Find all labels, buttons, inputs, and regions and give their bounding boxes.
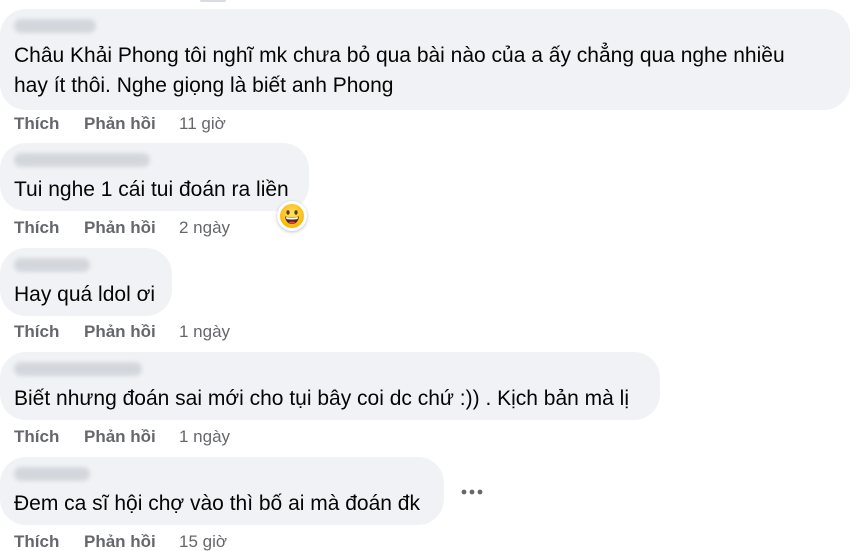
- comment-timestamp[interactable]: 1 ngày: [179, 427, 230, 447]
- comment-actions: Thích Phản hồi 2 ngày: [14, 216, 230, 240]
- comment-actions: Thích Phản hồi 1 ngày: [14, 425, 230, 449]
- comment-bubble: Đem ca sĩ hội chợ vào thì bố ai mà đoán …: [0, 457, 444, 525]
- like-button[interactable]: Thích: [14, 532, 84, 551]
- comment-bubble: Châu Khải Phong tôi nghĩ mk chưa bỏ qua …: [0, 9, 850, 110]
- comment-actions: Thích Phản hồi 15 giờ: [14, 530, 227, 551]
- comment-bubble: Biết nhưng đoán sai mới cho tụi bây coi …: [0, 352, 660, 420]
- comment-author-name-blurred[interactable]: [14, 153, 150, 167]
- comment-thread: Châu Khải Phong tôi nghĩ mk chưa bỏ qua …: [0, 0, 860, 551]
- comment-bubble: Tui nghe 1 cái tui đoán ra liền: [0, 143, 309, 211]
- comment-actions: Thích Phản hồi 11 giờ: [14, 112, 226, 136]
- reply-button[interactable]: Phản hồi: [84, 218, 179, 238]
- comment-timestamp[interactable]: 15 giờ: [179, 532, 227, 551]
- like-button[interactable]: Thích: [14, 114, 84, 134]
- more-options-button[interactable]: [456, 478, 488, 506]
- comment-timestamp[interactable]: 2 ngày: [179, 218, 230, 238]
- comment-bubble: Hay quá ldol ơi: [0, 248, 172, 316]
- reply-button[interactable]: Phản hồi: [84, 427, 179, 447]
- comment-text: Biết nhưng đoán sai mới cho tụi bây coi …: [14, 387, 630, 410]
- more-horizontal-icon: [461, 489, 483, 495]
- grinning-face-emoji-icon: [280, 204, 304, 228]
- comment-text: Tui nghe 1 cái tui đoán ra liền: [14, 178, 289, 201]
- comment-timestamp[interactable]: 11 giờ: [179, 114, 226, 134]
- like-button[interactable]: Thích: [14, 218, 84, 238]
- comment-author-name-blurred[interactable]: [14, 467, 90, 481]
- comment-author-name-blurred[interactable]: [14, 19, 96, 33]
- reply-button[interactable]: Phản hồi: [84, 532, 179, 551]
- previous-comment-fragment: [0, 0, 330, 6]
- reply-button[interactable]: Phản hồi: [84, 114, 179, 134]
- comment-text: Hay quá ldol ơi: [14, 283, 156, 306]
- like-button[interactable]: Thích: [14, 322, 84, 342]
- comment-author-name-blurred[interactable]: [14, 258, 90, 272]
- comment-author-name-blurred[interactable]: [14, 362, 142, 376]
- reply-button[interactable]: Phản hồi: [84, 322, 179, 342]
- comment-text: Đem ca sĩ hội chợ vào thì bố ai mà đoán …: [14, 492, 420, 515]
- like-button[interactable]: Thích: [14, 427, 84, 447]
- reaction-badge[interactable]: [277, 201, 307, 231]
- comment-text: Châu Khải Phong tôi nghĩ mk chưa bỏ qua …: [14, 44, 785, 97]
- comment-actions: Thích Phản hồi 1 ngày: [14, 320, 230, 344]
- comment-timestamp[interactable]: 1 ngày: [179, 322, 230, 342]
